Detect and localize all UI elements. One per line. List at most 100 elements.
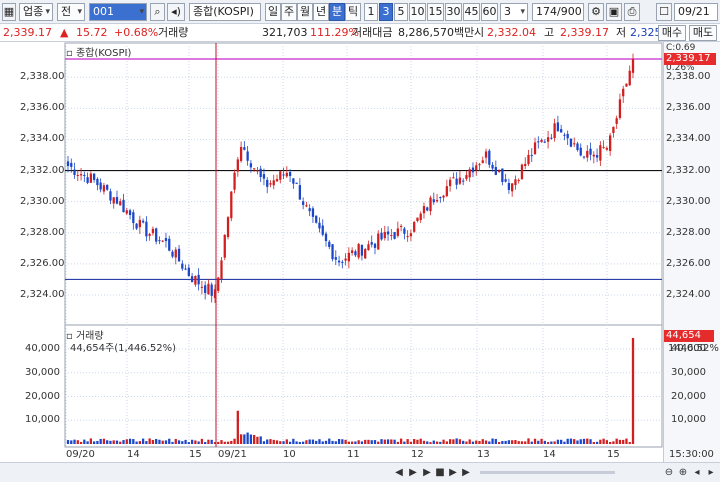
candle-body <box>403 228 406 234</box>
candle-body <box>628 70 631 86</box>
candle-body <box>262 174 266 179</box>
candle-body <box>546 137 550 142</box>
volume-bar <box>96 440 99 444</box>
candle-body <box>161 240 164 242</box>
last-icon[interactable]: ▶ <box>459 466 473 480</box>
volume-bar <box>249 434 253 444</box>
volume-y-tick: 10,000 <box>25 414 60 426</box>
volume-bar <box>145 441 148 444</box>
volume-bar <box>337 439 341 444</box>
x-tick-label: 11 <box>347 449 360 460</box>
zoom-out-icon[interactable]: ⊖ <box>662 466 676 480</box>
volume-bar <box>102 438 106 444</box>
volume-bar <box>377 441 380 444</box>
volume-bar <box>184 439 187 444</box>
volume-bar <box>595 441 599 444</box>
candle-body <box>288 172 292 177</box>
candle-body <box>429 197 432 212</box>
candle-body <box>364 249 367 259</box>
volume-bar <box>514 440 517 444</box>
price-chart[interactable] <box>0 0 720 482</box>
volume-bar <box>396 441 399 444</box>
price-y-tick: 2,338.00 <box>20 71 65 83</box>
volume-bar <box>579 439 582 444</box>
candle-body <box>540 139 543 142</box>
volume-bar <box>213 442 217 444</box>
volume-bar <box>386 439 390 444</box>
volume-bar <box>540 438 543 444</box>
candle-body <box>102 185 106 192</box>
volume-bar <box>550 441 553 444</box>
volume-bar <box>605 440 609 444</box>
volume-bar <box>406 439 409 444</box>
volume-bar <box>128 438 132 444</box>
candle-body <box>311 208 315 217</box>
volume-bar <box>272 439 275 444</box>
volume-bar <box>200 438 204 444</box>
candle-body <box>524 163 527 167</box>
candle-body <box>168 238 171 251</box>
volume-bar <box>135 441 138 444</box>
volume-bar <box>207 439 210 444</box>
candle-body <box>419 213 422 220</box>
candle-body <box>471 167 475 173</box>
price-y-tick: 2,334.00 <box>20 133 65 145</box>
price-y-tick: 2,326.00 <box>666 257 711 269</box>
volume-bar <box>432 440 435 444</box>
x-tick-label: 09/20 <box>66 449 95 460</box>
volume-bar <box>442 439 445 444</box>
volume-bar <box>435 441 439 444</box>
zoom-in-icon[interactable]: ⊕ <box>676 466 690 480</box>
volume-bar <box>546 442 550 444</box>
candle-body <box>164 238 168 242</box>
next-icon[interactable]: ▶ <box>446 466 460 480</box>
scroll-right-icon[interactable]: ▸ <box>704 466 718 480</box>
candle-body <box>145 221 148 237</box>
volume-bar <box>194 440 197 444</box>
volume-bar <box>279 441 282 444</box>
volume-bar <box>168 438 171 444</box>
volume-bar <box>455 438 458 444</box>
volume-bar <box>563 441 566 444</box>
volume-bar <box>569 438 573 444</box>
candle-body <box>76 175 79 177</box>
candle-body <box>226 217 230 238</box>
volume-bar <box>236 410 239 444</box>
volume-bar <box>89 438 93 444</box>
candle-body <box>194 275 197 285</box>
volume-bar <box>275 440 279 444</box>
volume-bar <box>488 441 491 444</box>
candle-body <box>253 168 256 170</box>
volume-y-tick: 30,000 <box>671 366 706 378</box>
volume-bar <box>602 438 605 444</box>
play-icon[interactable]: ▶ <box>420 466 434 480</box>
candle-body <box>92 173 96 180</box>
candle-body <box>475 165 478 171</box>
candle-body <box>481 160 484 163</box>
candle-body <box>426 207 429 211</box>
volume-bar <box>177 440 181 444</box>
candle-body <box>217 277 220 291</box>
candle-body <box>465 175 468 179</box>
candle-body <box>337 260 341 263</box>
candle-body <box>213 289 217 299</box>
bottom-toolbar: ◀ ▶ ▶ ■ ▶ ▶ ⊖ ⊕ ◂ ▸ <box>0 462 720 482</box>
volume-bar <box>625 438 628 444</box>
volume-bar <box>171 441 174 444</box>
stop-icon[interactable]: ■ <box>433 466 447 480</box>
price-y-tick: 2,328.00 <box>666 226 711 238</box>
volume-bar <box>119 441 122 444</box>
price-y-tick: 2,328.00 <box>20 226 65 238</box>
volume-bar <box>174 439 177 444</box>
candle-body <box>488 150 491 165</box>
volume-bar <box>497 442 501 444</box>
scroll-track[interactable] <box>480 471 615 474</box>
scroll-left-icon[interactable]: ◂ <box>690 466 704 480</box>
prev-icon[interactable]: ▶ <box>406 466 420 480</box>
candle-body <box>181 263 184 269</box>
volume-bar <box>471 441 475 444</box>
volume-bar <box>73 439 76 444</box>
price-y-tick: 2,324.00 <box>666 289 711 300</box>
volume-bar <box>181 441 184 444</box>
first-icon[interactable]: ◀ <box>392 466 406 480</box>
